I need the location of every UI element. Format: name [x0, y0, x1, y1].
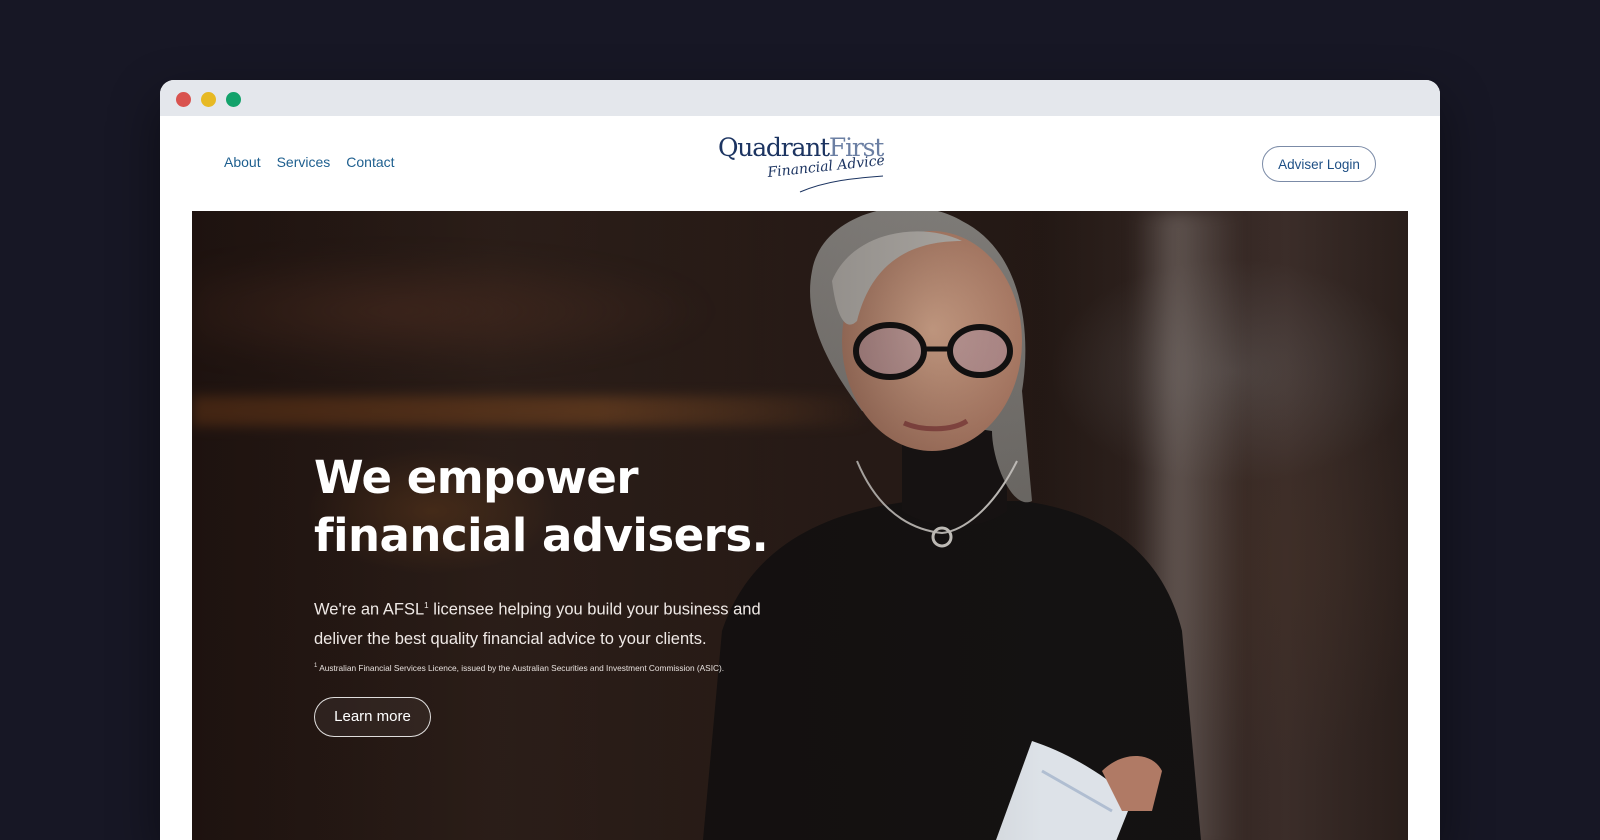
minimize-window-button[interactable] [201, 92, 216, 107]
nav-link-services[interactable]: Services [277, 154, 331, 170]
adviser-login-button[interactable]: Adviser Login [1262, 146, 1376, 182]
footnote-text: Australian Financial Services Licence, i… [317, 662, 725, 673]
main-nav: About Services Contact [224, 154, 395, 170]
site-header: About Services Contact QuadrantFirst Fin… [160, 116, 1440, 212]
hero-subtitle: We're an AFSL1 licensee helping you buil… [314, 591, 774, 654]
hero-title-line-2: financial advisers. [314, 509, 769, 562]
hero-section: We empower financial advisers. We're an … [192, 211, 1408, 840]
hero-title-line-1: We empower [314, 451, 639, 504]
browser-titlebar [160, 80, 1440, 116]
nav-link-about[interactable]: About [224, 154, 261, 170]
close-window-button[interactable] [176, 92, 191, 107]
quadrantfirst-logo[interactable]: QuadrantFirst Financial Advice [718, 130, 888, 200]
learn-more-button[interactable]: Learn more [314, 696, 431, 737]
maximize-window-button[interactable] [226, 92, 241, 107]
hero-footnote: 1 Australian Financial Services Licence,… [314, 663, 774, 673]
browser-window: About Services Contact QuadrantFirst Fin… [160, 80, 1440, 840]
logo-text-quadrant: Quadrant [718, 133, 830, 162]
logo-swoosh [799, 175, 884, 193]
nav-link-contact[interactable]: Contact [346, 154, 394, 170]
hero-title: We empower financial advisers. [314, 449, 774, 565]
hero-content: We empower financial advisers. We're an … [314, 449, 774, 737]
hero-subtitle-part-1: We're an AFSL [314, 600, 425, 619]
